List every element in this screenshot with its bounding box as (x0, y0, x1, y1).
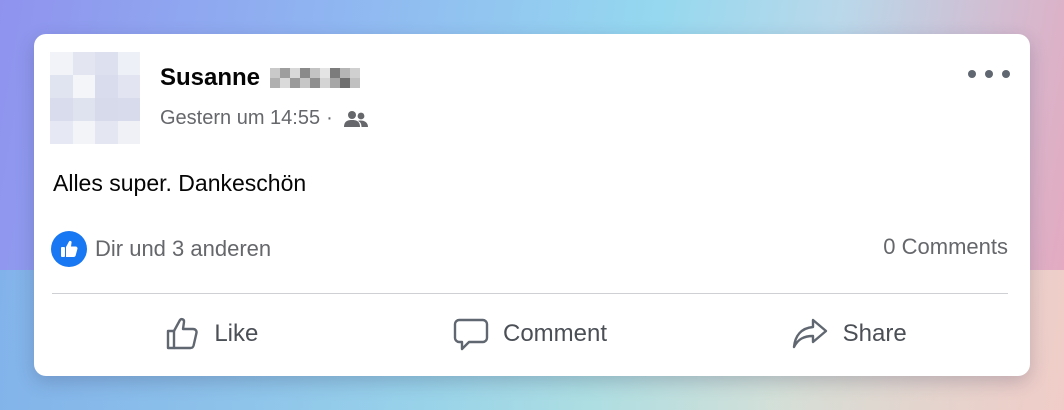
like-button[interactable]: Like (52, 298, 371, 370)
share-icon (791, 316, 829, 352)
like-label: Like (214, 320, 259, 347)
action-bar: Like Comment Share (52, 298, 1008, 370)
divider (52, 293, 1008, 294)
post-card: Susanne Gestern um 14:55 · Alles super. … (34, 34, 1030, 376)
reactions-summary[interactable]: Dir und 3 anderen (51, 231, 271, 267)
comment-label: Comment (502, 320, 608, 347)
comments-count[interactable]: 0 Comments (883, 234, 1008, 260)
more-options-icon[interactable] (968, 64, 1010, 84)
comment-icon (453, 316, 489, 352)
author-name[interactable]: Susanne (160, 64, 260, 92)
author-row: Susanne (160, 64, 361, 92)
post-meta: Gestern um 14:55 · (160, 107, 369, 130)
comment-button[interactable]: Comment (371, 298, 690, 370)
post-timestamp[interactable]: Gestern um 14:55 (160, 107, 320, 130)
reactions-summary-text: Dir und 3 anderen (95, 236, 272, 261)
share-label: Share (842, 320, 907, 347)
like-reaction-icon (51, 231, 87, 267)
friends-icon[interactable] (343, 109, 369, 129)
thumbs-up-icon (164, 316, 200, 352)
share-button[interactable]: Share (689, 298, 1008, 370)
meta-separator: · (326, 107, 333, 129)
redacted-last-name (270, 68, 361, 88)
post-text: Alles super. Dankeschön (53, 170, 307, 196)
avatar[interactable] (50, 52, 140, 144)
